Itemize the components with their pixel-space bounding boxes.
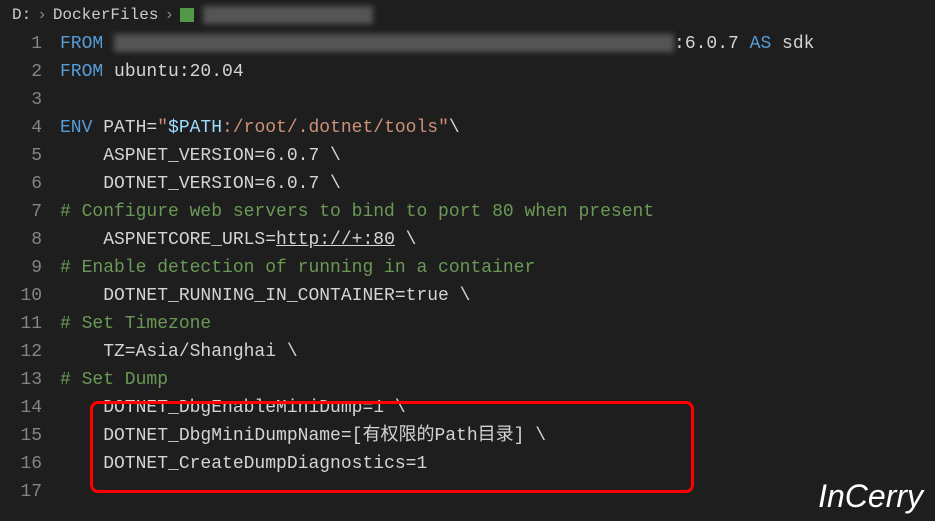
blurred-filename bbox=[203, 6, 373, 24]
image-tag: :6.0.7 bbox=[674, 34, 750, 54]
env-key: PATH= bbox=[92, 118, 157, 138]
line-number: 12 bbox=[0, 338, 42, 366]
line-number: 8 bbox=[0, 226, 42, 254]
variable: $PATH bbox=[168, 118, 222, 138]
image-name: ubuntu:20.04 bbox=[103, 62, 243, 82]
string-value: :/root/.dotnet/tools" bbox=[222, 118, 449, 138]
line-number: 9 bbox=[0, 254, 42, 282]
keyword-env: ENV bbox=[60, 118, 92, 138]
code-content[interactable]: FROM :6.0.7 AS sdk FROM ubuntu:20.04 ENV… bbox=[60, 30, 935, 506]
keyword-as: AS bbox=[750, 34, 772, 54]
breadcrumb-drive[interactable]: D: bbox=[12, 6, 31, 24]
code-line[interactable]: DOTNET_DbgMiniDumpName=[有权限的Path目录] \ bbox=[60, 422, 935, 450]
line-number: 16 bbox=[0, 450, 42, 478]
env-key: ASPNETCORE_URLS= bbox=[60, 230, 276, 250]
line-number: 13 bbox=[0, 366, 42, 394]
code-line[interactable] bbox=[60, 86, 935, 114]
line-number: 2 bbox=[0, 58, 42, 86]
line-number: 14 bbox=[0, 394, 42, 422]
line-number: 11 bbox=[0, 310, 42, 338]
code-comment[interactable]: # Set Timezone bbox=[60, 310, 935, 338]
line-number: 5 bbox=[0, 142, 42, 170]
code-editor[interactable]: 1 2 3 4 5 6 7 8 9 10 11 12 13 14 15 16 1… bbox=[0, 30, 935, 506]
code-line[interactable]: FROM :6.0.7 AS sdk bbox=[60, 30, 935, 58]
line-number: 1 bbox=[0, 30, 42, 58]
watermark: InCerry bbox=[818, 478, 923, 515]
code-line[interactable]: DOTNET_DbgEnableMiniDump=1 \ bbox=[60, 394, 935, 422]
line-number: 15 bbox=[0, 422, 42, 450]
line-number: 17 bbox=[0, 478, 42, 506]
code-line[interactable]: DOTNET_VERSION=6.0.7 \ bbox=[60, 170, 935, 198]
url-value: http://+:80 bbox=[276, 230, 395, 250]
stage-name: sdk bbox=[771, 34, 814, 54]
line-continuation: \ bbox=[395, 230, 417, 250]
breadcrumb-folder[interactable]: DockerFiles bbox=[53, 6, 159, 24]
line-number: 10 bbox=[0, 282, 42, 310]
code-line[interactable]: TZ=Asia/Shanghai \ bbox=[60, 338, 935, 366]
string-quote: " bbox=[157, 118, 168, 138]
code-line[interactable]: ASPNET_VERSION=6.0.7 \ bbox=[60, 142, 935, 170]
keyword-from: FROM bbox=[60, 62, 103, 82]
line-continuation: \ bbox=[449, 118, 460, 138]
code-line[interactable] bbox=[60, 478, 935, 506]
code-comment[interactable]: # Set Dump bbox=[60, 366, 935, 394]
line-number: 7 bbox=[0, 198, 42, 226]
code-line[interactable]: DOTNET_CreateDumpDiagnostics=1 bbox=[60, 450, 935, 478]
code-line[interactable]: ENV PATH="$PATH:/root/.dotnet/tools"\ bbox=[60, 114, 935, 142]
breadcrumb-sep: › bbox=[37, 6, 47, 24]
blurred-image bbox=[114, 34, 674, 52]
line-number: 3 bbox=[0, 86, 42, 114]
code-comment[interactable]: # Enable detection of running in a conta… bbox=[60, 254, 935, 282]
keyword-from: FROM bbox=[60, 34, 114, 54]
code-line[interactable]: ASPNETCORE_URLS=http://+:80 \ bbox=[60, 226, 935, 254]
code-line[interactable]: FROM ubuntu:20.04 bbox=[60, 58, 935, 86]
breadcrumb[interactable]: D: › DockerFiles › bbox=[0, 0, 935, 30]
code-line[interactable]: DOTNET_RUNNING_IN_CONTAINER=true \ bbox=[60, 282, 935, 310]
line-gutter: 1 2 3 4 5 6 7 8 9 10 11 12 13 14 15 16 1… bbox=[0, 30, 60, 506]
dockerfile-icon bbox=[180, 8, 194, 22]
code-comment[interactable]: # Configure web servers to bind to port … bbox=[60, 198, 935, 226]
line-number: 6 bbox=[0, 170, 42, 198]
breadcrumb-sep: › bbox=[164, 6, 174, 24]
line-number: 4 bbox=[0, 114, 42, 142]
